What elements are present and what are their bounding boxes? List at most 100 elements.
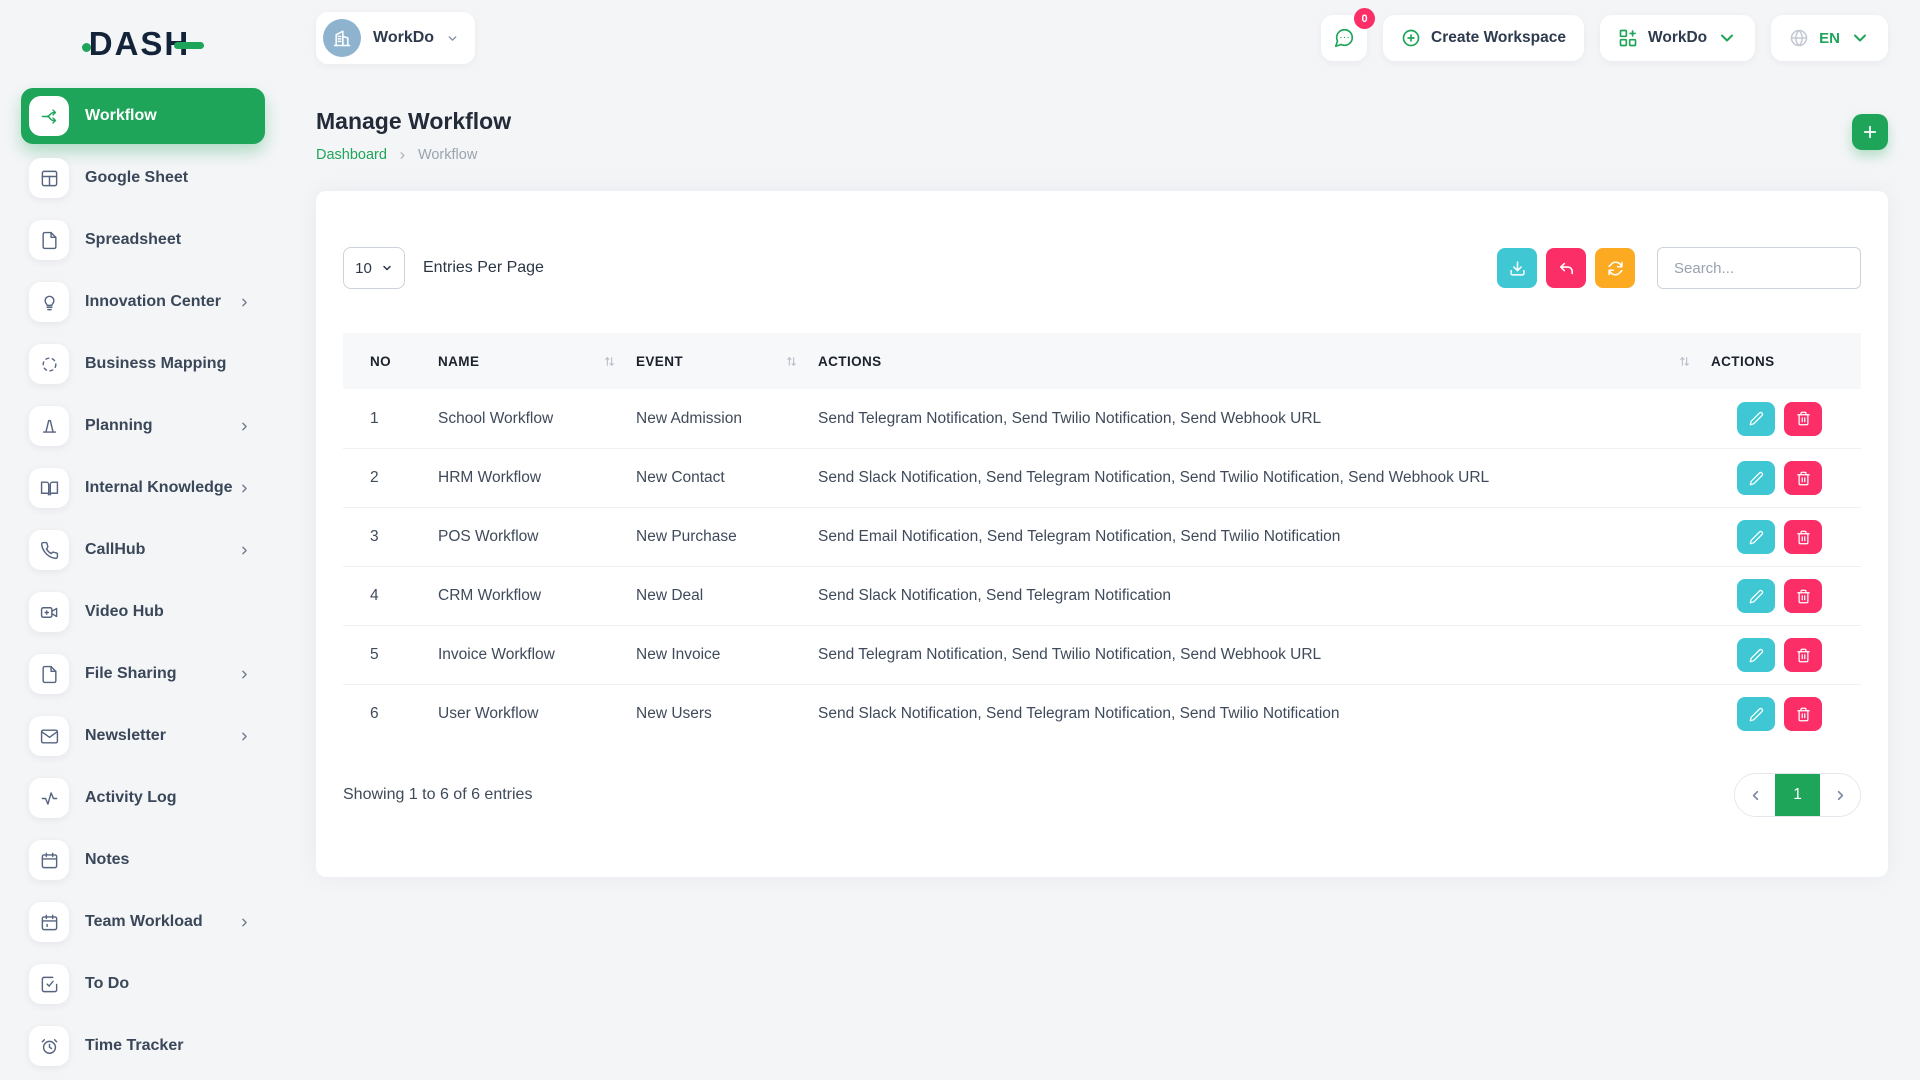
sidebar-item-innovation-center[interactable]: Innovation Center	[21, 274, 265, 330]
cell-event: New Contact	[636, 469, 818, 487]
sidebar-item-newsletter[interactable]: Newsletter	[21, 708, 265, 764]
trash-icon	[1796, 471, 1811, 486]
delete-button[interactable]	[1784, 520, 1822, 554]
cell-row-buttons	[1711, 697, 1861, 731]
sidebar-item-label: Notes	[85, 851, 129, 869]
search-input[interactable]	[1657, 247, 1861, 289]
sidebar-item-google-sheet[interactable]: Google Sheet	[21, 150, 265, 206]
chevron-right-icon	[238, 544, 251, 557]
entries-value: 10	[355, 260, 372, 277]
add-workflow-button[interactable]	[1852, 114, 1888, 150]
sidebar-item-internal-knowledge[interactable]: Internal Knowledge	[21, 460, 265, 516]
trash-icon	[1796, 589, 1811, 604]
edit-button[interactable]	[1737, 402, 1775, 436]
app-switcher-button[interactable]: WorkDo	[1600, 15, 1755, 61]
undo-button[interactable]	[1546, 248, 1586, 288]
messages-button[interactable]: 0	[1321, 15, 1367, 61]
delete-button[interactable]	[1784, 697, 1822, 731]
pencil-icon	[1749, 707, 1764, 722]
refresh-button[interactable]	[1595, 248, 1635, 288]
dashed-circle-icon	[40, 355, 59, 374]
edit-button[interactable]	[1737, 461, 1775, 495]
file-icon	[40, 231, 59, 250]
sidebar-item-icon	[29, 344, 69, 384]
sidebar-item-time-tracker[interactable]: Time Tracker	[21, 1018, 265, 1074]
delete-button[interactable]	[1784, 461, 1822, 495]
alarm-icon	[40, 1037, 59, 1056]
sort-icon[interactable]	[1678, 355, 1691, 368]
sidebar-item-label: File Sharing	[85, 665, 177, 683]
sidebar-item-activity-log[interactable]: Activity Log	[21, 770, 265, 826]
sort-icon[interactable]	[603, 355, 616, 368]
column-header-actions[interactable]: ACTIONS	[818, 354, 1711, 369]
cell-row-buttons	[1711, 402, 1861, 436]
sidebar-item-label: Spreadsheet	[85, 231, 181, 249]
chevron-right-icon	[238, 668, 251, 681]
sidebar-item-business-mapping[interactable]: Business Mapping	[21, 336, 265, 392]
table-header-row: NONAMEEVENTACTIONSACTIONS	[343, 333, 1861, 389]
cell-name: School Workflow	[438, 410, 636, 428]
sidebar-item-label: Business Mapping	[85, 355, 226, 373]
messages-badge: 0	[1354, 8, 1375, 29]
sidebar-item-spreadsheet[interactable]: Spreadsheet	[21, 212, 265, 268]
plus-circle-icon	[1401, 28, 1421, 48]
cell-no: 1	[343, 410, 438, 428]
delete-button[interactable]	[1784, 402, 1822, 436]
sidebar-item-video-hub[interactable]: Video Hub	[21, 584, 265, 640]
sidebar-item-notes[interactable]: Notes	[21, 832, 265, 888]
sidebar-item-team-workload[interactable]: Team Workload	[21, 894, 265, 950]
chevron-down-icon	[381, 262, 393, 274]
download-icon	[1509, 260, 1526, 277]
sidebar-item-icon	[29, 282, 69, 322]
cell-name: User Workflow	[438, 705, 636, 723]
cell-no: 3	[343, 528, 438, 546]
chevron-right-icon	[238, 482, 251, 495]
cone-icon	[40, 417, 59, 436]
cell-event: New Admission	[636, 410, 818, 428]
breadcrumb-dashboard-link[interactable]: Dashboard	[316, 147, 387, 163]
pagination: 1	[1734, 773, 1861, 817]
edit-button[interactable]	[1737, 697, 1775, 731]
sidebar-item-planning[interactable]: Planning	[21, 398, 265, 454]
create-workspace-button[interactable]: Create Workspace	[1383, 15, 1584, 61]
sort-icon[interactable]	[785, 355, 798, 368]
edit-button[interactable]	[1737, 638, 1775, 672]
delete-button[interactable]	[1784, 579, 1822, 613]
chevron-right-icon	[238, 668, 251, 681]
column-label: ACTIONS	[1711, 354, 1775, 369]
export-button[interactable]	[1497, 248, 1537, 288]
entries-label: Entries Per Page	[423, 259, 544, 277]
sidebar-item-workflow[interactable]: Workflow	[21, 88, 265, 144]
workflow-icon	[40, 107, 59, 126]
table-row: 6User WorkflowNew UsersSend Slack Notifi…	[343, 684, 1861, 743]
next-page-button[interactable]	[1820, 773, 1860, 817]
sidebar-item-label: Team Workload	[85, 913, 203, 931]
workspace-label: WorkDo	[373, 29, 434, 47]
topbar-right: 0 Create Workspace WorkDo	[1321, 15, 1888, 61]
current-page-button[interactable]: 1	[1775, 773, 1820, 817]
delete-button[interactable]	[1784, 638, 1822, 672]
sidebar-item-icon	[29, 592, 69, 632]
entries-per-page-select[interactable]: 10	[343, 247, 405, 289]
column-header-event[interactable]: EVENT	[636, 354, 818, 369]
chevron-right-icon	[238, 482, 251, 495]
sidebar-item-callhub[interactable]: CallHub	[21, 522, 265, 578]
edit-button[interactable]	[1737, 520, 1775, 554]
previous-page-button[interactable]	[1735, 773, 1775, 817]
sidebar-item-to-do[interactable]: To Do	[21, 956, 265, 1012]
sidebar-item-icon	[29, 158, 69, 198]
language-selector[interactable]: EN	[1771, 15, 1888, 61]
edit-button[interactable]	[1737, 579, 1775, 613]
chat-icon	[1333, 27, 1355, 49]
sidebar-item-icon	[29, 220, 69, 260]
cell-actions-list: Send Telegram Notification, Send Twilio …	[818, 410, 1711, 428]
cell-actions-list: Send Slack Notification, Send Telegram N…	[818, 587, 1711, 605]
table-row: 5Invoice WorkflowNew InvoiceSend Telegra…	[343, 625, 1861, 684]
app-switcher-label: WorkDo	[1648, 29, 1707, 47]
trash-icon	[1796, 707, 1811, 722]
workspace-selector[interactable]: WorkDo	[316, 12, 475, 64]
language-label: EN	[1819, 30, 1840, 47]
sidebar-item-file-sharing[interactable]: File Sharing	[21, 646, 265, 702]
column-header-name[interactable]: NAME	[438, 354, 636, 369]
sidebar-item-label: Video Hub	[85, 603, 164, 621]
